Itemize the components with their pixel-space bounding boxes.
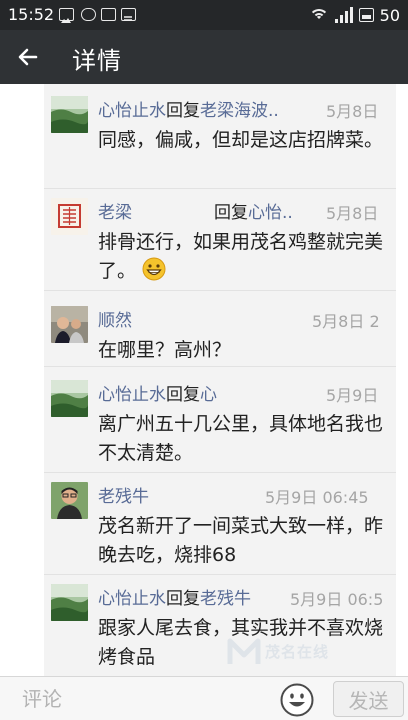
avatar[interactable]: [51, 584, 88, 621]
status-bar: 15:52 50: [0, 0, 408, 30]
divider: [44, 290, 396, 291]
reply-target[interactable]: 心怡..: [248, 203, 293, 223]
comment-time: 5月8日: [326, 102, 379, 121]
comment-meta: 老梁 回复心怡.. 5月8日: [98, 198, 396, 224]
comment-meta: 心怡止水回复老残牛 5月9日 06:5: [98, 584, 396, 610]
comment-time: 5月9日 06:5: [290, 590, 384, 609]
reply-target[interactable]: 老梁海波..: [200, 101, 279, 121]
comment-text: 排骨还行，如果用茂名鸡整就完美了。: [98, 228, 388, 290]
commenter-name[interactable]: 心怡止水: [98, 385, 166, 405]
page-title: 详情: [72, 47, 122, 75]
watermark-text: 茂名在线: [265, 643, 330, 661]
commenter-name[interactable]: 顺然: [98, 311, 132, 331]
reply-word: 回复: [166, 589, 200, 609]
comment-time: 5月8日 2: [312, 312, 380, 331]
status-right: 50: [308, 4, 400, 26]
notes-icon: [121, 8, 136, 21]
arrow-left-icon: [18, 48, 38, 66]
comment-input[interactable]: [8, 681, 258, 717]
comment-list[interactable]: 心怡止水回复老梁海波.. 5月8日 同感，偏咸，但却是这店招牌菜。 老梁 回复心怡…: [0, 84, 408, 676]
avatar[interactable]: [51, 482, 88, 519]
back-button[interactable]: [8, 37, 48, 77]
avatar[interactable]: [51, 306, 88, 343]
send-button[interactable]: 发送: [333, 681, 404, 717]
battery-icon: [358, 8, 374, 22]
grinning-face-icon: [142, 257, 166, 290]
battery-level: 50: [379, 5, 400, 25]
reply-target[interactable]: 心: [200, 385, 217, 405]
comment-text: 离广州五十几公里，具体地名我也不太清楚。: [98, 413, 384, 464]
commenter-name[interactable]: 老残牛: [98, 487, 149, 507]
reply-target[interactable]: 老残牛: [200, 589, 251, 609]
lock-icon: [101, 8, 116, 21]
smiley-icon: [280, 683, 314, 717]
wifi-icon: [308, 7, 329, 23]
divider: [44, 574, 396, 575]
comment-meta: 老残牛 5月9日 06:45: [98, 482, 396, 508]
reply-word: 回复: [214, 203, 248, 223]
signal-icon: [334, 7, 353, 23]
cloud-icon: [81, 8, 96, 21]
avatar[interactable]: [51, 198, 88, 235]
watermark-logo-icon: [227, 638, 261, 664]
comment-time: 5月9日: [326, 386, 379, 405]
divider: [44, 366, 396, 367]
comment-meta: 心怡止水回复心 5月9日: [98, 380, 396, 406]
status-time: 15:52: [8, 5, 55, 24]
watermark: 茂名在线: [225, 630, 375, 670]
image-icon: [59, 8, 74, 23]
divider: [44, 472, 396, 473]
reply-word: 回复: [166, 101, 200, 121]
comment-meta: 顺然 5月8日 2: [98, 306, 396, 332]
comment-text: 茂名新开了一间菜式大致一样，昨晚去吃，烧排68: [98, 515, 384, 566]
commenter-name[interactable]: 心怡止水: [98, 101, 166, 121]
comment-time: 5月9日 06:45: [265, 488, 369, 507]
avatar[interactable]: [51, 380, 88, 417]
comment-meta: 心怡止水回复老梁海波.. 5月8日: [98, 96, 396, 122]
reply-word: 回复: [166, 385, 200, 405]
title-bar: 详情: [0, 30, 408, 84]
divider: [44, 188, 396, 189]
comment-input-bar: 发送: [0, 676, 408, 720]
comment-time: 5月8日: [326, 204, 379, 223]
commenter-name[interactable]: 老梁: [98, 203, 132, 223]
comment-text-content: 排骨还行，如果用茂名鸡整就完美了。: [98, 231, 384, 282]
avatar[interactable]: [51, 96, 88, 133]
comment-text: 在哪里？高州？: [98, 339, 232, 361]
comment-text: 同感，偏咸，但却是这店招牌菜。: [98, 129, 384, 151]
emoji-button[interactable]: [280, 683, 314, 717]
commenter-name[interactable]: 心怡止水: [98, 589, 166, 609]
